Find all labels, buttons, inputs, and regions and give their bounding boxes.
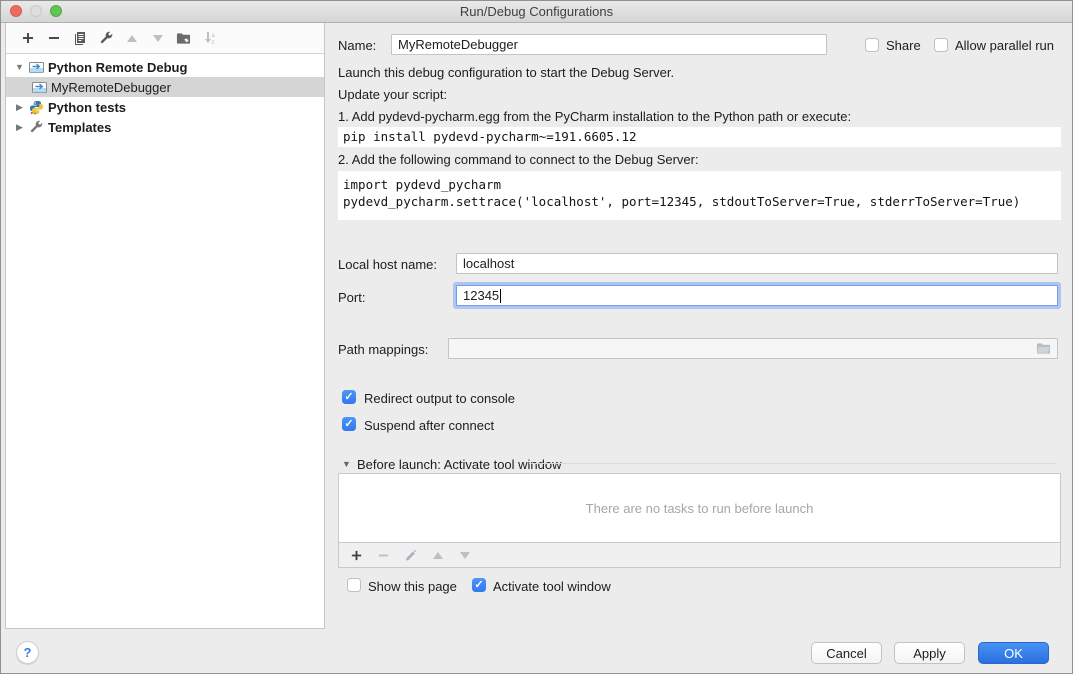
- before-launch-empty-text: There are no tasks to run before launch: [586, 501, 814, 516]
- remove-icon[interactable]: [45, 30, 62, 47]
- sort-alphabetically-icon: az: [201, 30, 218, 47]
- instruction-step-2: 2. Add the following command to connect …: [338, 152, 699, 167]
- add-icon[interactable]: [348, 547, 365, 564]
- window-title: Run/Debug Configurations: [460, 4, 613, 19]
- apply-button[interactable]: Apply: [894, 642, 965, 664]
- svg-text:a: a: [212, 33, 216, 39]
- edit-pencil-icon: [402, 547, 419, 564]
- svg-text:z: z: [212, 40, 215, 45]
- add-icon[interactable]: [19, 30, 36, 47]
- close-button[interactable]: [10, 5, 22, 17]
- move-down-icon: [149, 30, 166, 47]
- browse-folder-icon[interactable]: [1036, 342, 1051, 358]
- instruction-line-1: Launch this debug configuration to start…: [338, 65, 674, 80]
- instruction-line-2: Update your script:: [338, 87, 447, 102]
- before-launch-title: Before launch: Activate tool window: [357, 457, 562, 472]
- tree-item-label: Templates: [48, 120, 111, 135]
- ok-button[interactable]: OK: [978, 642, 1049, 664]
- move-up-icon: [429, 547, 446, 564]
- minimize-button: [30, 5, 42, 17]
- local-host-name-input[interactable]: localhost: [456, 253, 1058, 274]
- remove-icon: [375, 547, 392, 564]
- redirect-output-checkbox[interactable]: [342, 390, 356, 404]
- help-question-icon: ?: [24, 645, 32, 660]
- instruction-step-1: 1. Add pydevd-pycharm.egg from the PyCha…: [338, 109, 851, 124]
- remote-debug-icon: [28, 59, 44, 75]
- path-mappings-label: Path mappings:: [338, 342, 428, 357]
- allow-parallel-run-label: Allow parallel run: [955, 38, 1054, 53]
- tree-item-python-remote-debug[interactable]: ▼ Python Remote Debug: [6, 57, 324, 77]
- allow-parallel-run-checkbox[interactable]: [934, 38, 948, 52]
- tree-item-label: Python Remote Debug: [48, 60, 187, 75]
- wrench-icon: [28, 119, 44, 135]
- chevron-collapsed-icon[interactable]: ▶: [14, 122, 25, 133]
- tree-item-myremotedebugger[interactable]: MyRemoteDebugger: [6, 77, 324, 97]
- tree-item-templates[interactable]: ▶ Templates: [6, 117, 324, 137]
- zoom-button[interactable]: [50, 5, 62, 17]
- tree-item-label: MyRemoteDebugger: [51, 80, 171, 95]
- sidebar-toolbar: az: [6, 23, 324, 54]
- path-mappings-input[interactable]: [448, 338, 1058, 359]
- local-host-name-value: localhost: [463, 256, 514, 271]
- settrace-code-line-2: pydevd_pycharm.settrace('localhost', por…: [343, 193, 1061, 210]
- configurations-tree: ▼ Python Remote Debug MyRemoteDebugger ▶…: [6, 54, 324, 137]
- tree-item-python-tests[interactable]: ▶ Python tests: [6, 97, 324, 117]
- share-checkbox[interactable]: [865, 38, 879, 52]
- before-launch-task-list[interactable]: There are no tasks to run before launch: [338, 473, 1061, 543]
- settrace-code-line-1: import pydevd_pycharm: [343, 176, 1061, 193]
- before-launch-toolbar: [338, 543, 1061, 568]
- move-down-icon: [456, 547, 473, 564]
- chevron-expanded-icon[interactable]: ▼: [14, 62, 25, 72]
- chevron-collapsed-icon[interactable]: ▶: [14, 102, 25, 113]
- tree-item-label: Python tests: [48, 100, 126, 115]
- show-this-page-checkbox[interactable]: [347, 578, 361, 592]
- remote-debug-icon: [31, 79, 47, 95]
- port-label: Port:: [338, 290, 365, 305]
- activate-tool-window-label: Activate tool window: [493, 579, 611, 594]
- python-icon: [28, 99, 44, 115]
- before-launch-collapse-icon[interactable]: ▼: [342, 459, 351, 469]
- settrace-code-block: import pydevd_pycharm pydevd_pycharm.set…: [338, 171, 1061, 220]
- configurations-sidebar: az ▼ Python Remote Debug MyRemoteDebugge…: [5, 23, 325, 629]
- help-button[interactable]: ?: [16, 641, 39, 664]
- name-input[interactable]: MyRemoteDebugger: [391, 34, 827, 55]
- before-launch-divider: [529, 463, 1056, 464]
- name-label: Name:: [338, 38, 376, 53]
- suspend-after-connect-checkbox[interactable]: [342, 417, 356, 431]
- run-debug-configurations-dialog: Run/Debug Configurations az: [0, 0, 1073, 674]
- local-host-name-label: Local host name:: [338, 257, 437, 272]
- redirect-output-label: Redirect output to console: [364, 391, 515, 406]
- edit-defaults-wrench-icon[interactable]: [97, 30, 114, 47]
- pip-install-code: pip install pydevd-pycharm~=191.6605.12: [338, 127, 1061, 147]
- move-up-icon: [123, 30, 140, 47]
- new-folder-icon[interactable]: [175, 30, 192, 47]
- suspend-after-connect-label: Suspend after connect: [364, 418, 494, 433]
- port-value: 12345: [463, 288, 499, 303]
- activate-tool-window-checkbox[interactable]: [472, 578, 486, 592]
- titlebar[interactable]: Run/Debug Configurations: [1, 1, 1072, 23]
- cancel-button[interactable]: Cancel: [811, 642, 882, 664]
- port-input[interactable]: 12345: [456, 285, 1058, 306]
- name-value: MyRemoteDebugger: [398, 37, 518, 52]
- show-this-page-label: Show this page: [368, 579, 457, 594]
- share-label: Share: [886, 38, 921, 53]
- copy-icon[interactable]: [71, 30, 88, 47]
- text-caret: [500, 289, 501, 303]
